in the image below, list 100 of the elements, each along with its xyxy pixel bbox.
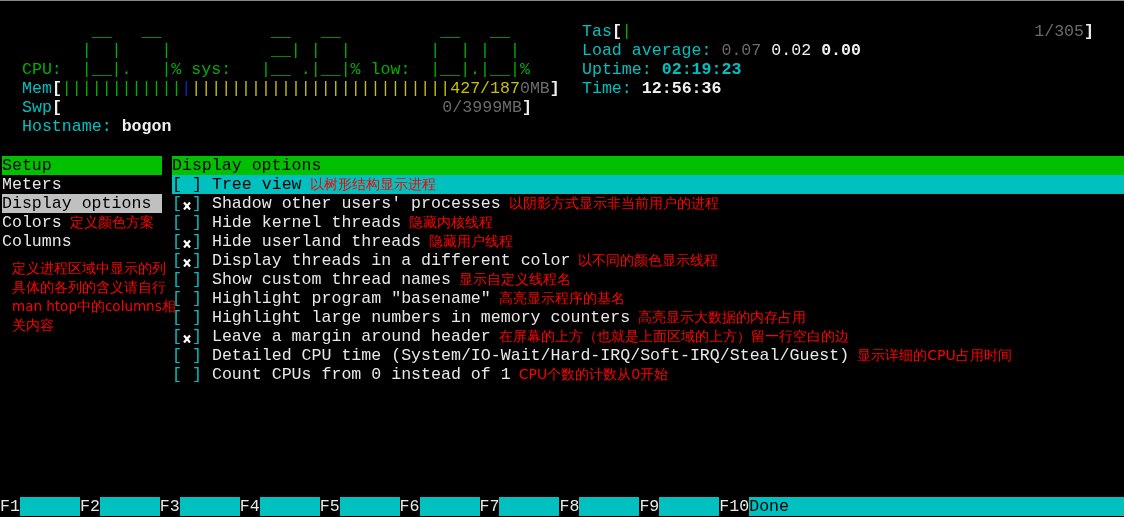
- annotation-text: 隐藏内核线程: [409, 213, 494, 232]
- bracket-text: ]: [1084, 22, 1094, 41]
- option-label: Display threads in a different color: [211, 251, 571, 270]
- function-key: F4: [239, 497, 260, 516]
- function-key-button[interactable]: Done: [749, 497, 1124, 516]
- checkbox[interactable]: [ ]: [172, 251, 202, 270]
- function-key: F2: [79, 497, 100, 516]
- cpu-meter-text: | | | __| | | | | | |: [80, 41, 521, 60]
- function-key: F9: [639, 497, 660, 516]
- annotation-text: 以不同的颜色显示线程: [578, 251, 719, 270]
- sidebar-title: Setup: [2, 156, 162, 175]
- function-key-button[interactable]: [579, 497, 640, 516]
- sidebar-item[interactable]: Columns: [2, 232, 72, 251]
- function-key: F5: [319, 497, 340, 516]
- option-label: Show custom thread names: [211, 270, 451, 289]
- annotation-text: 具体的各列的含义请自行: [12, 278, 166, 297]
- bracket-text: ]: [549, 79, 560, 98]
- uptime-label: Uptime:: [582, 60, 652, 79]
- function-key: F7: [479, 497, 500, 516]
- time-value: 12:56:36: [641, 79, 722, 98]
- function-key-button[interactable]: [419, 497, 480, 516]
- function-key-button[interactable]: [259, 497, 320, 516]
- meter-label: Mem: [22, 79, 52, 98]
- option-label: Highlight program "basename": [211, 289, 491, 308]
- annotation-text: man htop中的columns相: [12, 298, 176, 314]
- checkbox[interactable]: [ ]: [172, 194, 202, 213]
- meter-label: Tas: [582, 22, 612, 41]
- checkbox[interactable]: [ ]: [172, 365, 202, 384]
- option-label: Shadow other users' processes: [211, 194, 501, 213]
- hostname-label: Hostname:: [22, 117, 112, 136]
- memory-value: 427/187: [450, 79, 520, 98]
- annotation-text: 以树形结构显示进程: [309, 175, 436, 194]
- annotation-text: 在屏幕的上方（也就是上面区域的上方）留一行空白的边: [498, 327, 849, 346]
- checkbox[interactable]: [ ]: [172, 213, 202, 232]
- memory-bar-text: |: [181, 79, 192, 98]
- function-key-button[interactable]: [339, 497, 400, 516]
- load-average-value: 0.00: [821, 41, 861, 60]
- memory-bar-text: ||||||||||||||||||||||||||: [191, 79, 451, 98]
- bracket-text: [: [51, 79, 62, 98]
- memory-value: 0MB: [519, 79, 550, 98]
- annotation-text: 隐藏用户线程: [429, 232, 514, 251]
- swap-value: 0/3999MB: [442, 98, 523, 117]
- annotation-text: 以阴影方式显示非当前用户的进程: [508, 194, 719, 213]
- cpu-meter-text: __ __ __ __ __ __: [90, 22, 511, 41]
- sidebar-item[interactable]: Meters: [2, 175, 62, 194]
- function-key-button[interactable]: [499, 497, 560, 516]
- option-row[interactable]: [ ] Tree view 以树形结构显示进程: [172, 175, 1124, 194]
- cross-icon: [182, 238, 191, 248]
- option-row[interactable]: [ ] Show custom thread names 显示自定义线程名: [172, 270, 1124, 289]
- option-label: Highlight large numbers in memory counters: [211, 308, 631, 327]
- annotation-text: 显示详细的CPU占用时间: [857, 346, 1012, 365]
- checkbox[interactable]: [ ]: [172, 232, 202, 251]
- function-key: F6: [399, 497, 420, 516]
- function-key-button[interactable]: [659, 497, 720, 516]
- option-label: Hide userland threads: [211, 232, 422, 251]
- sidebar-item[interactable]: Display options: [2, 194, 162, 213]
- bracket-text: ]: [522, 98, 532, 117]
- annotation-text: 关内容: [12, 316, 54, 335]
- checkbox[interactable]: [ ]: [172, 175, 202, 194]
- function-key: F3: [159, 497, 180, 516]
- load-average-label: Load average:: [582, 41, 712, 60]
- option-row[interactable]: [ ] Shadow other users' processes 以阴影方式显示非当前用户的进程: [172, 194, 1124, 213]
- meter-label: Swp: [22, 98, 52, 117]
- uptime-value: 02:19:23: [661, 60, 742, 79]
- option-label: Leave a margin around header: [211, 327, 491, 346]
- panel-title: Display options: [172, 156, 1124, 175]
- option-row[interactable]: [ ] Hide userland threads 隐藏用户线程: [172, 232, 1124, 251]
- function-key: F1: [0, 497, 20, 516]
- checkbox[interactable]: [ ]: [172, 346, 202, 365]
- annotation-text: 显示自定义线程名: [458, 270, 571, 289]
- load-average-value: 0.07: [721, 41, 762, 60]
- option-row[interactable]: [ ] Leave a margin around header 在屏幕的上方（也就是上面区域的上方）留一行空白的边: [172, 327, 1124, 346]
- checkbox[interactable]: [ ]: [172, 327, 202, 346]
- annotation-text: CPU个数的计数从0开始: [518, 365, 669, 384]
- annotation-text: 高亮显示大数据的内存占用: [638, 308, 807, 327]
- bracket-text: [: [51, 98, 62, 117]
- function-key-button[interactable]: [179, 497, 240, 516]
- tasks-bar-text: |: [621, 22, 632, 41]
- memory-bar-text: ||||||||||||: [61, 79, 182, 98]
- cross-icon: [182, 333, 191, 343]
- annotation-text: 定义进程区域中显示的列: [12, 259, 166, 278]
- option-row[interactable]: [ ] Display threads in a different color 以不同的颜色显示线程: [172, 251, 1124, 270]
- tasks-value: 1/305: [1034, 22, 1085, 41]
- hostname-value: bogon: [121, 117, 172, 136]
- sidebar-item[interactable]: Colors: [2, 213, 62, 232]
- option-row[interactable]: [ ] Detailed CPU time (System/IO-Wait/Hard-IRQ/Soft-IRQ/Steal/Guest) 显示详细的CPU占用时间: [172, 346, 1124, 365]
- cross-icon: [182, 200, 191, 210]
- function-key-button[interactable]: [99, 497, 160, 516]
- function-key: F10: [719, 497, 750, 516]
- function-key: F8: [559, 497, 580, 516]
- load-average-value: 0.02: [771, 41, 812, 60]
- function-key-button[interactable]: [19, 497, 80, 516]
- option-row[interactable]: [ ] Hide kernel threads 隐藏内核线程: [172, 213, 1124, 232]
- option-label: Hide kernel threads: [211, 213, 402, 232]
- annotation-text: 定义颜色方案: [69, 213, 154, 232]
- checkbox[interactable]: [ ]: [172, 270, 202, 289]
- annotation-text: 高亮显示程序的基名: [498, 289, 625, 308]
- option-row[interactable]: [ ] Count CPUs from 0 instead of 1 CPU个数的计数从0开始: [172, 365, 1124, 384]
- time-label: Time:: [582, 79, 632, 98]
- option-label: Tree view: [211, 175, 302, 194]
